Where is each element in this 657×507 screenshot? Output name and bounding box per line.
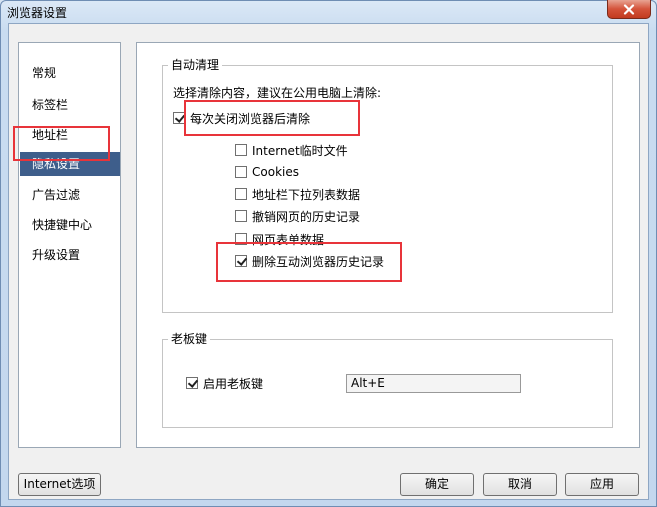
ok-button[interactable]: 确定 bbox=[400, 473, 474, 496]
sidebar-item-privacy[interactable]: 隐私设置 bbox=[20, 152, 120, 176]
internet-options-button[interactable]: Internet选项 bbox=[18, 473, 101, 496]
sidebar-item-addressbar[interactable]: 地址栏 bbox=[20, 123, 120, 147]
dialog-content: 常规 标签栏 地址栏 隐私设置 广告过滤 快捷键中心 升级设置 自动清理 选择清… bbox=[8, 23, 649, 500]
interactive-history-checkbox[interactable] bbox=[235, 255, 247, 267]
close-button[interactable] bbox=[607, 0, 651, 19]
boss-key-shortcut-field[interactable]: Alt+E bbox=[346, 374, 521, 393]
clear-on-close-option[interactable]: 每次关闭浏览器后清除 bbox=[173, 110, 310, 126]
undo-history-checkbox[interactable] bbox=[235, 210, 247, 222]
privacy-settings-panel: 自动清理 选择清除内容，建议在公用电脑上清除: 每次关闭浏览器后清除 Inter… bbox=[136, 42, 640, 448]
sidebar-item-general[interactable]: 常规 bbox=[20, 61, 120, 85]
interactive-history-label: 删除互动浏览器历史记录 bbox=[252, 254, 385, 269]
form-data-label: 网页表单数据 bbox=[252, 232, 325, 247]
boss-key-title: 老板键 bbox=[168, 332, 211, 346]
close-icon bbox=[623, 3, 635, 15]
cookies-checkbox[interactable] bbox=[235, 166, 247, 178]
sidebar-item-upgrade[interactable]: 升级设置 bbox=[20, 243, 120, 267]
settings-sidebar: 常规 标签栏 地址栏 隐私设置 广告过滤 快捷键中心 升级设置 bbox=[18, 42, 121, 448]
temp-files-checkbox[interactable] bbox=[235, 144, 247, 156]
sidebar-item-shortcuts[interactable]: 快捷键中心 bbox=[20, 213, 120, 237]
temp-files-label: Internet临时文件 bbox=[252, 143, 348, 158]
auto-clean-group: 自动清理 bbox=[162, 58, 613, 313]
auto-clean-title: 自动清理 bbox=[168, 58, 223, 72]
cookies-label: Cookies bbox=[252, 165, 299, 179]
clear-on-close-checkbox[interactable] bbox=[173, 112, 185, 124]
option-form-data[interactable]: 网页表单数据 bbox=[235, 231, 324, 247]
option-interactive-history[interactable]: 删除互动浏览器历史记录 bbox=[235, 253, 384, 269]
sidebar-item-tabbar[interactable]: 标签栏 bbox=[20, 93, 120, 117]
sidebar-item-adblock[interactable]: 广告过滤 bbox=[20, 183, 120, 207]
auto-clean-instruction: 选择清除内容，建议在公用电脑上清除: bbox=[173, 84, 381, 100]
option-temp-files[interactable]: Internet临时文件 bbox=[235, 142, 348, 158]
apply-button[interactable]: 应用 bbox=[565, 473, 639, 496]
clear-on-close-label: 每次关闭浏览器后清除 bbox=[190, 111, 311, 126]
option-address-dropdown[interactable]: 地址栏下拉列表数据 bbox=[235, 186, 360, 202]
enable-boss-key-label: 启用老板键 bbox=[203, 376, 264, 391]
address-dropdown-label: 地址栏下拉列表数据 bbox=[252, 187, 361, 202]
undo-history-label: 撤销网页的历史记录 bbox=[252, 209, 361, 224]
enable-boss-key-option[interactable]: 启用老板键 bbox=[186, 375, 263, 391]
option-undo-history[interactable]: 撤销网页的历史记录 bbox=[235, 208, 360, 224]
form-data-checkbox[interactable] bbox=[235, 233, 247, 245]
cancel-button[interactable]: 取消 bbox=[483, 473, 557, 496]
title-bar[interactable]: 浏览器设置 bbox=[1, 0, 656, 23]
enable-boss-key-checkbox[interactable] bbox=[186, 377, 198, 389]
address-dropdown-checkbox[interactable] bbox=[235, 188, 247, 200]
settings-window: 浏览器设置 常规 标签栏 地址栏 隐私设置 广告过滤 快捷键中心 升级设置 自动… bbox=[0, 0, 657, 507]
option-cookies[interactable]: Cookies bbox=[235, 164, 299, 180]
window-title: 浏览器设置 bbox=[7, 6, 68, 20]
instruction-text: 选择清除内容，建议在公用电脑上清除: bbox=[173, 85, 382, 100]
